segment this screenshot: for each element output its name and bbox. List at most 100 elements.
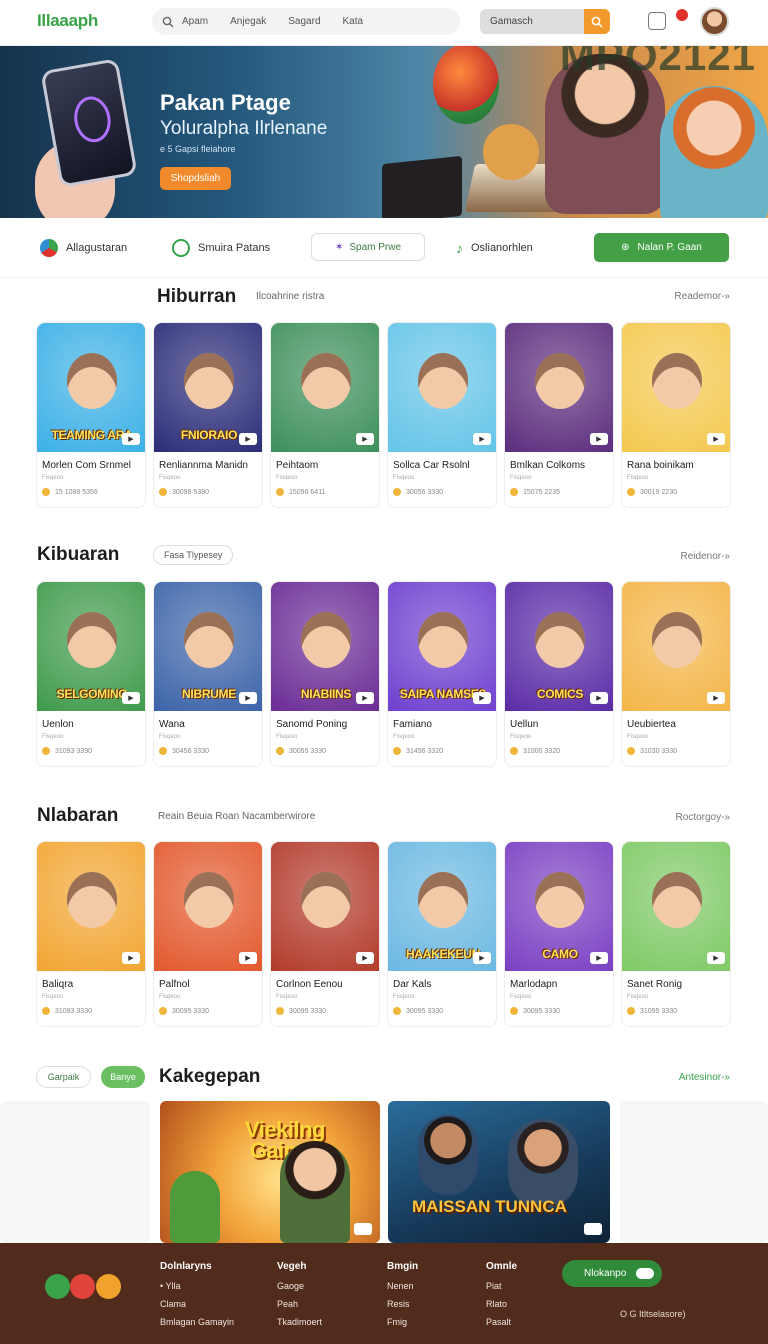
game-card[interactable]: ▶ Rana boinikam Fisqeoo 30019 2230 — [621, 322, 731, 508]
category-item-2[interactable]: Smuira Patans — [172, 234, 270, 262]
game-card[interactable]: COMICS ▶ Uellun Fisqeoo 31000 3320 — [504, 581, 614, 767]
game-thumbnail[interactable]: COMICS ▶ — [505, 582, 613, 711]
footer-link[interactable]: Bmlagan Gamayin — [160, 1317, 234, 1327]
game-card[interactable]: FNIORAIO ▶ Renliannma Manidn Fisqeoo 30098 5… — [153, 322, 263, 508]
play-icon[interactable]: ▶ — [239, 692, 257, 704]
hero-button[interactable]: Shopdsliah — [160, 167, 231, 190]
game-card[interactable]: ▶ Bmlkan Colkoms Fisqeoo 15075 2235 — [504, 322, 614, 508]
category-item-3[interactable]: ✶ Spam Prwe — [311, 233, 425, 261]
footer-link[interactable]: Fmig — [387, 1317, 418, 1327]
play-icon[interactable]: ▶ — [590, 952, 608, 964]
footer-link[interactable]: Rlato — [486, 1299, 517, 1309]
game-card[interactable]: ▶ Palfnol Fisqeoo 30095 3330 — [153, 841, 263, 1027]
avatar[interactable] — [700, 7, 729, 36]
footer-link[interactable]: Pasalt — [486, 1317, 517, 1327]
game-thumbnail[interactable]: ▶ — [271, 842, 379, 971]
game-thumbnail[interactable]: FNIORAIO ▶ — [154, 323, 262, 452]
play-icon[interactable]: ▶ — [239, 952, 257, 964]
game-thumbnail[interactable]: ▶ — [505, 323, 613, 452]
hero-banner[interactable]: MPO2121 Pakan Ptage Yoluralpha Ilrlenane… — [0, 46, 768, 218]
wallet-icon[interactable] — [648, 12, 666, 30]
see-more-link[interactable]: Reidenor-» — [681, 551, 730, 562]
play-icon[interactable]: ▶ — [356, 952, 374, 964]
game-card[interactable]: CAMO ▶ Marlodapn Fisqeoo 30095 3330 — [504, 841, 614, 1027]
category-item-1[interactable]: Allagustaran — [40, 234, 127, 262]
footer-link[interactable]: • Ylla — [160, 1281, 234, 1291]
game-thumbnail[interactable]: HAAKEKEUN ▶ — [388, 842, 496, 971]
game-thumbnail[interactable]: ▶ — [37, 842, 145, 971]
play-icon[interactable]: ▶ — [707, 433, 725, 445]
game-thumbnail[interactable]: TEAMING ARA ▶ — [37, 323, 145, 452]
footer-toggle[interactable]: Nlokanpo — [562, 1260, 662, 1287]
play-icon[interactable]: ▶ — [473, 692, 491, 704]
featured-banner-1[interactable]: Viekilng Gaines — [160, 1101, 380, 1243]
site-logo[interactable]: Illaaaph — [37, 11, 98, 31]
footer-link[interactable]: Resis — [387, 1299, 418, 1309]
featured-banner-2[interactable]: MAISSAN TUNNCA — [388, 1101, 610, 1243]
play-icon[interactable]: ▶ — [473, 433, 491, 445]
footer-link[interactable]: Peah — [277, 1299, 322, 1309]
cta-button[interactable]: ⊕ Nalan P. Gaan — [594, 233, 729, 262]
character-illustration — [652, 612, 702, 668]
footer-link[interactable]: Piat — [486, 1281, 517, 1291]
play-icon[interactable]: ▶ — [356, 433, 374, 445]
notification-icon[interactable] — [676, 9, 688, 21]
game-thumbnail[interactable]: SELGOMING ▶ — [37, 582, 145, 711]
game-thumbnail[interactable]: NIABIINS ▶ — [271, 582, 379, 711]
chat-icon[interactable] — [96, 1274, 121, 1299]
play-icon[interactable]: ▶ — [590, 433, 608, 445]
tab-banye[interactable]: Banye — [101, 1066, 145, 1088]
filter-chip[interactable]: Fasa Tlypesey — [153, 545, 234, 565]
play-icon[interactable]: ▶ — [590, 692, 608, 704]
game-thumbnail[interactable]: NIBRUME ▶ — [154, 582, 262, 711]
game-thumbnail[interactable]: CAMO ▶ — [505, 842, 613, 971]
footer-link[interactable]: Clama — [160, 1299, 234, 1309]
game-thumbnail[interactable]: ▶ — [622, 323, 730, 452]
game-thumbnail[interactable]: ▶ — [271, 323, 379, 452]
game-card[interactable]: SAIPA NAMSES ▶ Famiano Fisqeoo 31456 3320 — [387, 581, 497, 767]
play-icon[interactable]: ▶ — [473, 952, 491, 964]
play-icon[interactable]: ▶ — [356, 692, 374, 704]
footer-link[interactable]: Tkadimoert — [277, 1317, 322, 1327]
phone-icon[interactable] — [45, 1274, 70, 1299]
play-icon[interactable]: ▶ — [122, 692, 140, 704]
social-icon[interactable] — [70, 1274, 95, 1299]
play-icon[interactable]: ▶ — [707, 692, 725, 704]
see-more-link[interactable]: Roctorgoy-» — [676, 812, 730, 823]
game-card[interactable]: ▶ Ueubiertea Fisqeoo 31030 3330 — [621, 581, 731, 767]
game-card[interactable]: ▶ Sanet Ronig Fisqeoo 31095 3330 — [621, 841, 731, 1027]
game-thumbnail[interactable]: ▶ — [622, 582, 730, 711]
game-thumbnail[interactable]: ▶ — [388, 323, 496, 452]
search-button[interactable] — [584, 9, 610, 34]
tab-garpaik[interactable]: Garpaik — [36, 1066, 91, 1088]
nav-item-4[interactable]: Kata — [343, 16, 364, 27]
play-icon[interactable] — [354, 1223, 372, 1235]
search-input[interactable]: Gamasch — [480, 9, 610, 34]
footer-link[interactable]: Gaoge — [277, 1281, 322, 1291]
game-card[interactable]: ▶ Baliqra Fisqeoo 31093 3330 — [36, 841, 146, 1027]
game-card[interactable]: NIBRUME ▶ Wana Fisqeoo 30456 3330 — [153, 581, 263, 767]
game-thumbnail[interactable]: ▶ — [622, 842, 730, 971]
footer-link[interactable]: Nenen — [387, 1281, 418, 1291]
game-card[interactable]: ▶ Sollca Car Rsolnl Fisqeoo 30056 3330 — [387, 322, 497, 508]
nav-item-3[interactable]: Sagard — [288, 16, 320, 27]
nav-item-2[interactable]: Anjegak — [230, 16, 266, 27]
game-thumbnail[interactable]: ▶ — [154, 842, 262, 971]
play-icon[interactable] — [584, 1223, 602, 1235]
play-icon[interactable]: ▶ — [122, 433, 140, 445]
see-more-link[interactable]: Reademor-» — [674, 291, 730, 302]
game-card[interactable]: ▶ Peihtaom Fisqeoo 15090 6411 — [270, 322, 380, 508]
play-icon[interactable]: ▶ — [707, 952, 725, 964]
game-provider: Fisqeoo — [510, 475, 532, 481]
game-card[interactable]: SELGOMING ▶ Uenlon Fisqeoo 31093 3390 — [36, 581, 146, 767]
game-card[interactable]: ▶ Corlnon Eenou Fisqeoo 30095 3330 — [270, 841, 380, 1027]
play-icon[interactable]: ▶ — [239, 433, 257, 445]
game-card[interactable]: NIABIINS ▶ Sanomd Poning Fisqeoo 30055 3330 — [270, 581, 380, 767]
nav-item-1[interactable]: Apam — [182, 16, 208, 27]
category-item-4[interactable]: ♪ Oslianorhlen — [456, 234, 533, 262]
game-thumbnail[interactable]: SAIPA NAMSES ▶ — [388, 582, 496, 711]
game-card[interactable]: HAAKEKEUN ▶ Dar Kals Fisqeoo 30095 3330 — [387, 841, 497, 1027]
see-more-link[interactable]: Antesinor-» — [679, 1072, 730, 1083]
game-card[interactable]: TEAMING ARA ▶ Morlen Com Srnmel Fisqeoo 15 1… — [36, 322, 146, 508]
play-icon[interactable]: ▶ — [122, 952, 140, 964]
